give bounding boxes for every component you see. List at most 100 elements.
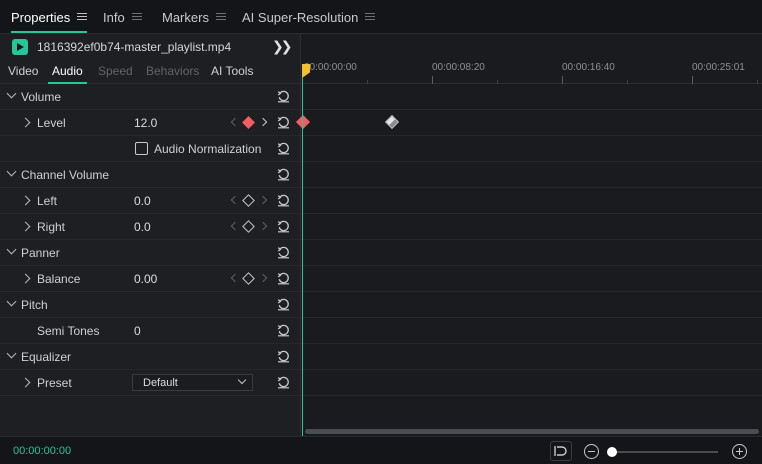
tab-properties-label: Properties [11,9,71,25]
chevron-right-icon[interactable] [20,221,31,232]
zoom-slider-handle[interactable] [607,447,617,457]
tab-markers[interactable]: Markers [162,0,226,34]
playhead-line [302,78,303,436]
tab-info[interactable]: Info [103,0,142,34]
left-value[interactable]: 0.0 [134,194,151,208]
keyframe-marker[interactable] [384,114,400,130]
property-subtabs: Video Audio Speed Behaviors AI Tools [0,60,300,84]
panel-tab-bar: Properties Info Markers AI Super-Resolut… [0,0,762,34]
section-channel-volume[interactable]: Channel Volume [0,162,300,188]
tab-properties[interactable]: Properties [11,0,88,34]
subtab-speed: Speed [98,64,133,78]
chevron-right-icon[interactable] [20,273,31,284]
reset-icon[interactable] [277,350,290,363]
chevron-right-icon[interactable] [20,377,31,388]
track-row [301,292,762,318]
chevron-right-icon[interactable] [20,117,31,128]
reset-icon[interactable] [277,324,290,337]
ruler-tick [692,76,693,84]
balance-label: Balance [37,272,81,286]
reset-icon[interactable] [277,194,290,207]
next-keyframe-icon[interactable] [258,117,268,127]
ruler-label: 00:00:25:01 [692,62,745,73]
reset-icon[interactable] [277,142,290,155]
audio-normalization-label: Audio Normalization [154,142,262,156]
chevron-down-icon[interactable] [6,348,17,359]
subtab-ai-tools[interactable]: AI Tools [211,64,253,78]
next-keyframe-icon[interactable] [258,221,268,231]
track-row [301,240,762,266]
prev-keyframe-icon[interactable] [230,195,240,205]
menu-icon[interactable] [365,13,376,21]
reset-icon[interactable] [277,376,290,389]
ruler-label: 00:00:16:40 [562,62,615,73]
section-panner[interactable]: Panner [0,240,300,266]
reset-icon[interactable] [277,272,290,285]
chevron-down-icon[interactable] [6,166,17,177]
chevron-right-icon[interactable] [20,195,31,206]
level-label: Level [37,116,66,130]
level-value[interactable]: 12.0 [134,116,157,130]
section-volume[interactable]: Volume [0,84,300,110]
prev-keyframe-icon[interactable] [230,117,240,127]
section-volume-label: Volume [21,90,62,104]
next-keyframe-icon[interactable] [258,273,268,283]
keyframe-icon[interactable] [242,116,255,129]
right-label: Right [37,220,66,234]
reset-icon[interactable] [277,298,290,311]
track-row [301,370,762,396]
zoom-slider[interactable] [612,451,718,453]
reset-icon[interactable] [277,116,290,129]
section-panner-label: Panner [21,246,60,260]
track-row [301,188,762,214]
track-row [301,136,762,162]
semi-tones-value[interactable]: 0 [134,324,141,338]
zoom-in-icon[interactable] [732,444,747,459]
horizontal-scrollbar[interactable] [305,429,759,434]
ruler-tick [562,76,563,84]
snap-icon[interactable] [550,441,572,461]
reset-icon[interactable] [277,220,290,233]
keyframe-icon[interactable] [242,220,255,233]
chevron-down-icon[interactable] [6,296,17,307]
subtab-video[interactable]: Video [8,64,38,78]
property-semi-tones: Semi Tones 0 [0,318,300,344]
tab-ai-super-resolution-label: AI Super-Resolution [242,9,359,25]
preset-dropdown-value: Default [143,377,178,389]
reset-icon[interactable] [277,90,290,103]
double-chevron-right-icon[interactable]: ❯❯ [272,38,293,55]
reset-icon[interactable] [277,246,290,259]
track-row [301,162,762,188]
chevron-down-icon[interactable] [6,244,17,255]
property-right: Right 0.0 [0,214,300,240]
property-balance: Balance 0.00 [0,266,300,292]
left-label: Left [37,194,58,208]
keyframe-icon[interactable] [242,194,255,207]
menu-icon[interactable] [77,13,88,21]
prev-keyframe-icon[interactable] [230,221,240,231]
section-channel-volume-label: Channel Volume [21,168,110,182]
properties-panel: 1816392ef0b74-master_playlist.mp4 ❯❯ Vid… [0,34,300,436]
prev-keyframe-icon[interactable] [230,273,240,283]
tab-markers-label: Markers [162,9,209,25]
right-value[interactable]: 0.0 [134,220,151,234]
section-equalizer[interactable]: Equalizer [0,344,300,370]
property-audio-normalization: Audio Normalization [0,136,300,162]
reset-icon[interactable] [277,168,290,181]
current-timecode: 00:00:00:00 [13,445,72,457]
keyframe-icon[interactable] [242,272,255,285]
tab-ai-super-resolution[interactable]: AI Super-Resolution [242,0,376,34]
keyframe-timeline[interactable]: 00:00:00:00 00:00:08:20 00:00:16:40 00:0… [295,34,762,436]
subtab-audio[interactable]: Audio [48,64,87,84]
next-keyframe-icon[interactable] [258,195,268,205]
zoom-out-icon[interactable] [584,444,599,459]
audio-normalization-checkbox[interactable] [135,142,148,155]
preset-dropdown[interactable]: Default [132,374,253,391]
menu-icon[interactable] [215,13,226,21]
subtab-behaviors: Behaviors [146,64,200,78]
section-pitch[interactable]: Pitch [0,292,300,318]
time-ruler[interactable]: 00:00:00:00 00:00:08:20 00:00:16:40 00:0… [301,60,762,84]
menu-icon[interactable] [131,13,142,21]
chevron-down-icon[interactable] [6,88,17,99]
balance-value[interactable]: 0.00 [134,272,157,286]
